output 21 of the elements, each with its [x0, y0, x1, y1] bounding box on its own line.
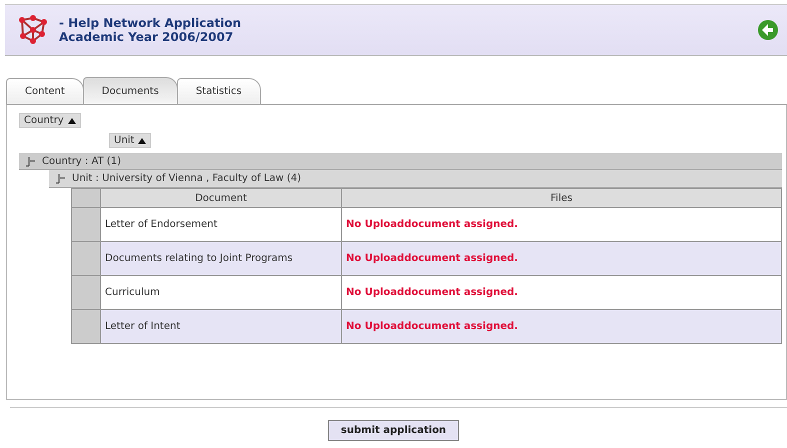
collapse-toggle[interactable]: [55, 173, 66, 184]
table-cell: Documents relating to Joint Programs: [100, 242, 342, 276]
submit-button[interactable]: submit application: [328, 420, 460, 441]
group-by-button[interactable]: Country: [19, 113, 81, 128]
tab[interactable]: Statistics: [176, 78, 261, 104]
academic-year: Academic Year 2006/2007: [59, 30, 234, 44]
group-label: Unit : University of Vienna , Faculty of Law (4): [72, 173, 302, 184]
network-logo-icon: [17, 14, 49, 46]
collapse-toggle[interactable]: [25, 156, 36, 166]
column-header: Document: [100, 188, 342, 208]
tab[interactable]: Content: [6, 78, 84, 104]
sort-up-icon: [68, 118, 76, 124]
table-cell: No Uploaddocument assigned.: [342, 242, 782, 276]
group-label: Country : AT (1): [42, 156, 121, 166]
sort-up-icon: [138, 138, 146, 144]
column-header: Files: [342, 188, 782, 208]
table-cell: Letter of Intent: [100, 310, 342, 344]
app-title: - Help Network Application: [59, 16, 242, 30]
tab[interactable]: Documents: [82, 77, 178, 104]
table-cell: No Uploaddocument assigned.: [342, 310, 782, 344]
group-by-button[interactable]: Unit: [109, 133, 152, 148]
